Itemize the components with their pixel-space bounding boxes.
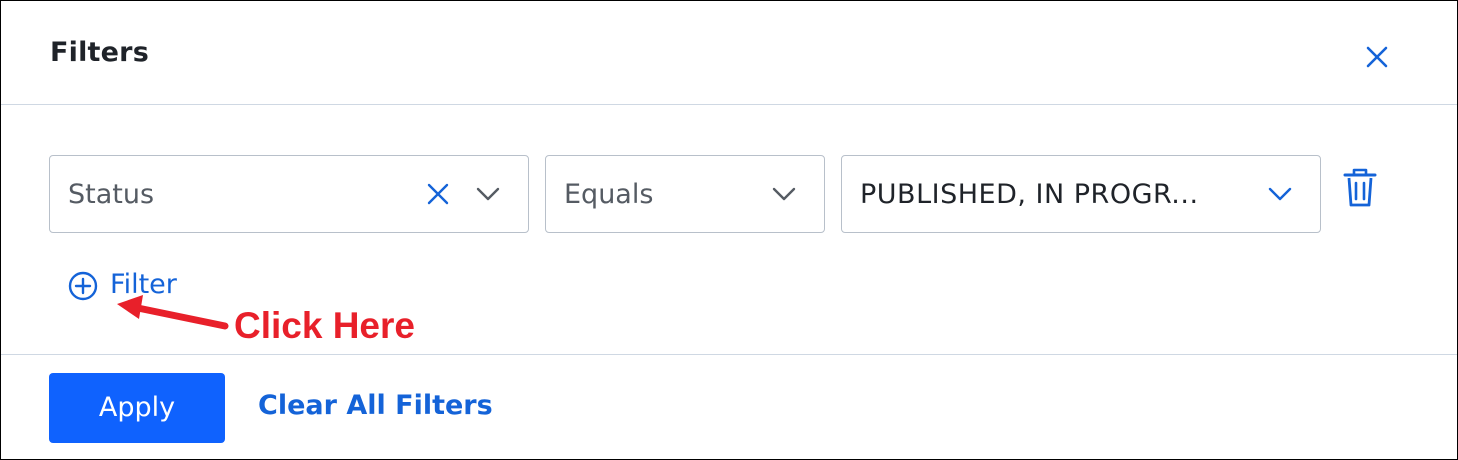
dialog-title: Filters bbox=[50, 37, 149, 68]
operator-select[interactable]: Equals bbox=[545, 155, 825, 233]
annotation-arrow bbox=[117, 295, 229, 330]
close-button[interactable] bbox=[1361, 41, 1393, 73]
clear-x-icon[interactable] bbox=[424, 180, 452, 208]
trash-icon bbox=[1343, 168, 1377, 207]
plus-circle-icon bbox=[68, 271, 98, 301]
field-select[interactable]: Status bbox=[49, 155, 529, 233]
clear-all-filters-link[interactable]: Clear All Filters bbox=[258, 388, 493, 424]
field-select-value: Status bbox=[68, 179, 155, 210]
values-select[interactable]: PUBLISHED, IN PROGR... bbox=[841, 155, 1321, 233]
filters-dialog: Filters Status Equals PUBLISHED, IN PROG… bbox=[0, 0, 1458, 460]
chevron-down-icon[interactable] bbox=[474, 182, 502, 206]
delete-filter-button[interactable] bbox=[1341, 167, 1379, 209]
annotation-text: Click Here bbox=[234, 305, 415, 346]
apply-button[interactable]: Apply bbox=[49, 373, 225, 443]
chevron-down-icon[interactable] bbox=[1266, 182, 1294, 206]
close-icon bbox=[1366, 46, 1388, 68]
values-select-value: PUBLISHED, IN PROGR... bbox=[860, 179, 1199, 210]
chevron-down-icon[interactable] bbox=[770, 182, 798, 206]
operator-select-value: Equals bbox=[564, 179, 654, 210]
dialog-header: Filters bbox=[1, 1, 1457, 105]
